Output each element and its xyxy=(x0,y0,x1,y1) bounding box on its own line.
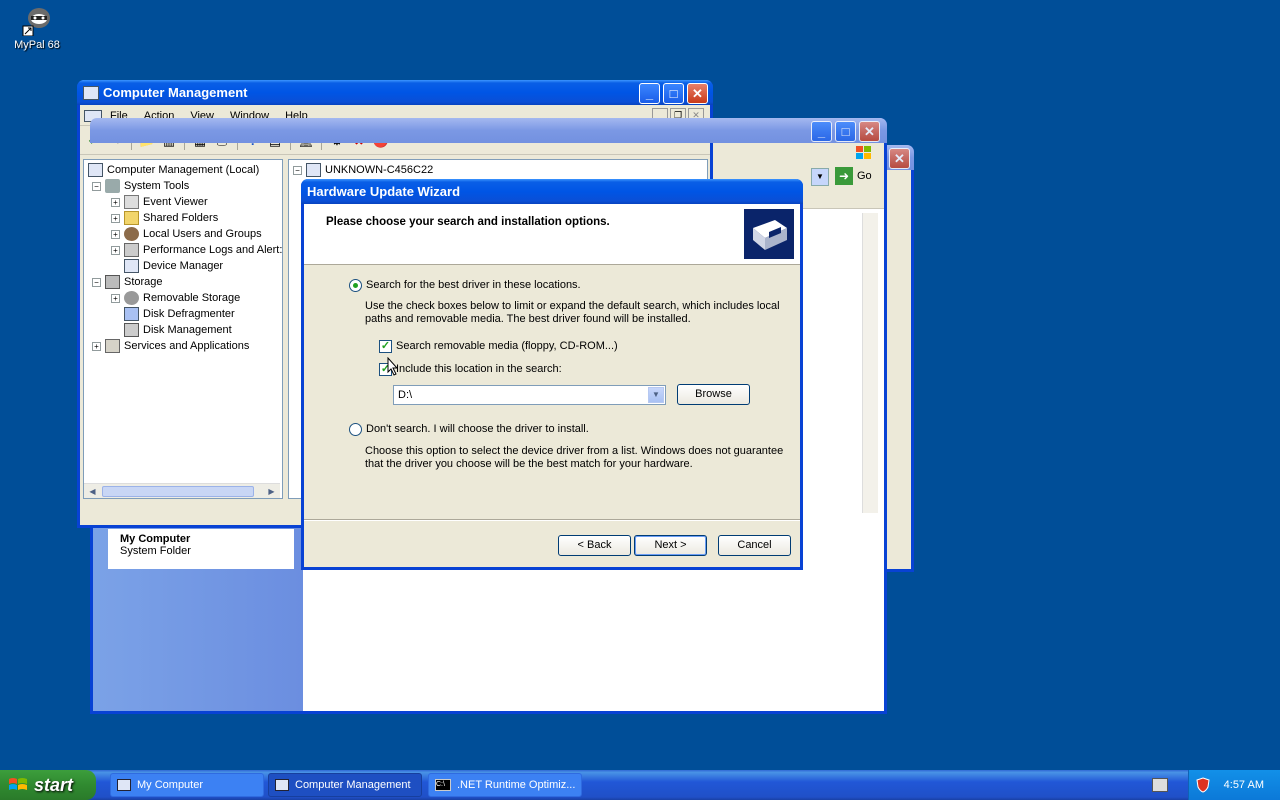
close-icon[interactable]: ✕ xyxy=(859,121,880,142)
location-value: D:\ xyxy=(398,389,413,401)
wizard-title: Hardware Update Wizard xyxy=(307,184,461,199)
expand-icon[interactable]: + xyxy=(92,341,101,351)
disk-management-icon xyxy=(124,323,139,337)
storage-icon xyxy=(105,275,120,289)
windows-flag-icon xyxy=(8,776,28,794)
close-icon[interactable]: ✕ xyxy=(687,83,708,104)
cancel-button[interactable]: Cancel xyxy=(718,535,791,556)
event-viewer-icon xyxy=(124,195,139,209)
expand-icon[interactable]: + xyxy=(111,293,120,303)
defrag-icon xyxy=(124,307,139,321)
raccoon-icon xyxy=(21,4,53,37)
go-button[interactable]: ➜ Go xyxy=(835,167,872,185)
expand-icon[interactable]: + xyxy=(111,229,120,239)
next-button[interactable]: Next > xyxy=(634,535,707,556)
title-bar[interactable]: _ □ ✕ xyxy=(90,118,887,143)
tree-item-disk-defragmenter[interactable]: Disk Defragmenter xyxy=(124,306,235,322)
command-prompt-icon: C:\ xyxy=(435,779,451,791)
task-net-runtime[interactable]: C:\ .NET Runtime Optimiz... xyxy=(428,773,582,797)
taskbar: start My Computer Computer Management C:… xyxy=(0,770,1280,800)
hardware-update-wizard[interactable]: Hardware Update Wizard Please choose you… xyxy=(301,179,803,570)
search-best-driver-label[interactable]: Search for the best driver in these loca… xyxy=(366,279,581,292)
performance-icon xyxy=(124,243,139,257)
location-combo[interactable]: D:\ ▼ xyxy=(393,385,666,405)
keyboard-icon[interactable] xyxy=(1152,778,1168,792)
tree-item-performance-logs[interactable]: + Performance Logs and Alert: xyxy=(111,242,282,258)
horizontal-scrollbar[interactable]: ◀ ▶ xyxy=(84,483,280,498)
tree-item-services[interactable]: + Services and Applications xyxy=(92,338,249,354)
device-tree-root[interactable]: − UNKNOWN-C456C22 xyxy=(293,162,433,178)
console-tree[interactable]: Computer Management (Local) − System Tool… xyxy=(83,159,283,499)
computer-icon xyxy=(88,163,103,177)
collapse-icon[interactable]: − xyxy=(293,165,302,175)
dont-search-label[interactable]: Don't search. I will choose the driver t… xyxy=(366,423,589,436)
search-best-driver-radio[interactable] xyxy=(349,279,362,292)
wizard-heading: Please choose your search and installati… xyxy=(326,216,610,228)
wizard-header: Please choose your search and installati… xyxy=(304,204,800,265)
computer-icon xyxy=(306,163,321,177)
browse-button[interactable]: Browse xyxy=(677,384,750,405)
security-shield-icon[interactable] xyxy=(1196,777,1210,793)
close-icon[interactable]: ✕ xyxy=(889,148,910,169)
window-title: Computer Management xyxy=(103,85,248,100)
services-icon xyxy=(105,339,120,353)
tree-item-system-tools[interactable]: − System Tools xyxy=(92,178,189,194)
tools-icon xyxy=(105,179,120,193)
windows-logo-icon xyxy=(854,145,874,161)
maximize-icon[interactable]: □ xyxy=(663,83,684,104)
back-button[interactable]: < Back xyxy=(558,535,631,556)
desktop-icon-mypal[interactable]: MyPal 68 xyxy=(8,4,66,51)
title-bar[interactable]: Computer Management _ □ ✕ xyxy=(77,80,713,105)
shared-folder-icon xyxy=(124,211,139,225)
mouse-cursor-icon xyxy=(387,356,399,379)
collapse-icon[interactable]: − xyxy=(92,181,101,191)
details-title: My Computer xyxy=(120,533,191,545)
dont-search-desc: Choose this option to select the device … xyxy=(365,445,784,470)
tree-item-removable-storage[interactable]: + Removable Storage xyxy=(111,290,240,306)
system-tray: 4:57 AM xyxy=(1188,770,1280,800)
search-removable-label[interactable]: Search removable media (floppy, CD-ROM..… xyxy=(396,340,618,353)
tree-item-storage[interactable]: − Storage xyxy=(92,274,163,290)
start-button[interactable]: start xyxy=(0,770,96,800)
title-bar[interactable]: Hardware Update Wizard xyxy=(301,179,803,204)
scroll-thumb[interactable] xyxy=(102,486,254,497)
collapse-icon[interactable]: − xyxy=(92,277,101,287)
chevron-down-icon[interactable]: ▼ xyxy=(648,387,664,403)
maximize-icon[interactable]: □ xyxy=(835,121,856,142)
task-computer-management[interactable]: Computer Management xyxy=(268,773,422,797)
computer-management-icon xyxy=(83,85,99,100)
task-my-computer[interactable]: My Computer xyxy=(110,773,264,797)
users-icon xyxy=(124,227,139,241)
vertical-scrollbar[interactable] xyxy=(862,213,878,513)
chevron-down-icon[interactable]: ▼ xyxy=(811,168,829,186)
search-removable-checkbox[interactable]: ✓ xyxy=(379,340,392,353)
minimize-icon[interactable]: _ xyxy=(811,121,832,142)
my-computer-icon xyxy=(117,779,131,791)
divider xyxy=(304,519,800,521)
device-manager-icon xyxy=(124,259,139,273)
tree-item-shared-folders[interactable]: + Shared Folders xyxy=(111,210,218,226)
tree-item-local-users[interactable]: + Local Users and Groups xyxy=(111,226,262,242)
search-best-driver-desc: Use the check boxes below to limit or ex… xyxy=(365,300,780,325)
removable-storage-icon xyxy=(124,291,139,305)
tree-item-disk-management[interactable]: Disk Management xyxy=(124,322,232,338)
expand-icon[interactable]: + xyxy=(111,197,120,207)
computer-management-icon xyxy=(275,779,289,791)
include-location-label[interactable]: Include this location in the search: xyxy=(396,363,562,376)
tree-item-root[interactable]: Computer Management (Local) xyxy=(88,162,259,178)
arrow-right-icon: ➜ xyxy=(835,167,853,185)
tree-item-event-viewer[interactable]: + Event Viewer xyxy=(111,194,208,210)
expand-icon[interactable]: + xyxy=(111,213,120,223)
expand-icon[interactable]: + xyxy=(111,245,120,255)
tree-item-device-manager[interactable]: Device Manager xyxy=(124,258,223,274)
dont-search-radio[interactable] xyxy=(349,423,362,436)
minimize-icon[interactable]: _ xyxy=(639,83,660,104)
clock: 4:57 AM xyxy=(1223,779,1264,791)
details-subtitle: System Folder xyxy=(120,545,191,557)
scroll-right-icon[interactable]: ▶ xyxy=(264,485,279,498)
details-card: My Computer System Folder xyxy=(108,529,294,569)
hardware-icon xyxy=(744,209,794,259)
desktop-icon-label: MyPal 68 xyxy=(14,39,60,51)
scroll-left-icon[interactable]: ◀ xyxy=(85,485,100,498)
